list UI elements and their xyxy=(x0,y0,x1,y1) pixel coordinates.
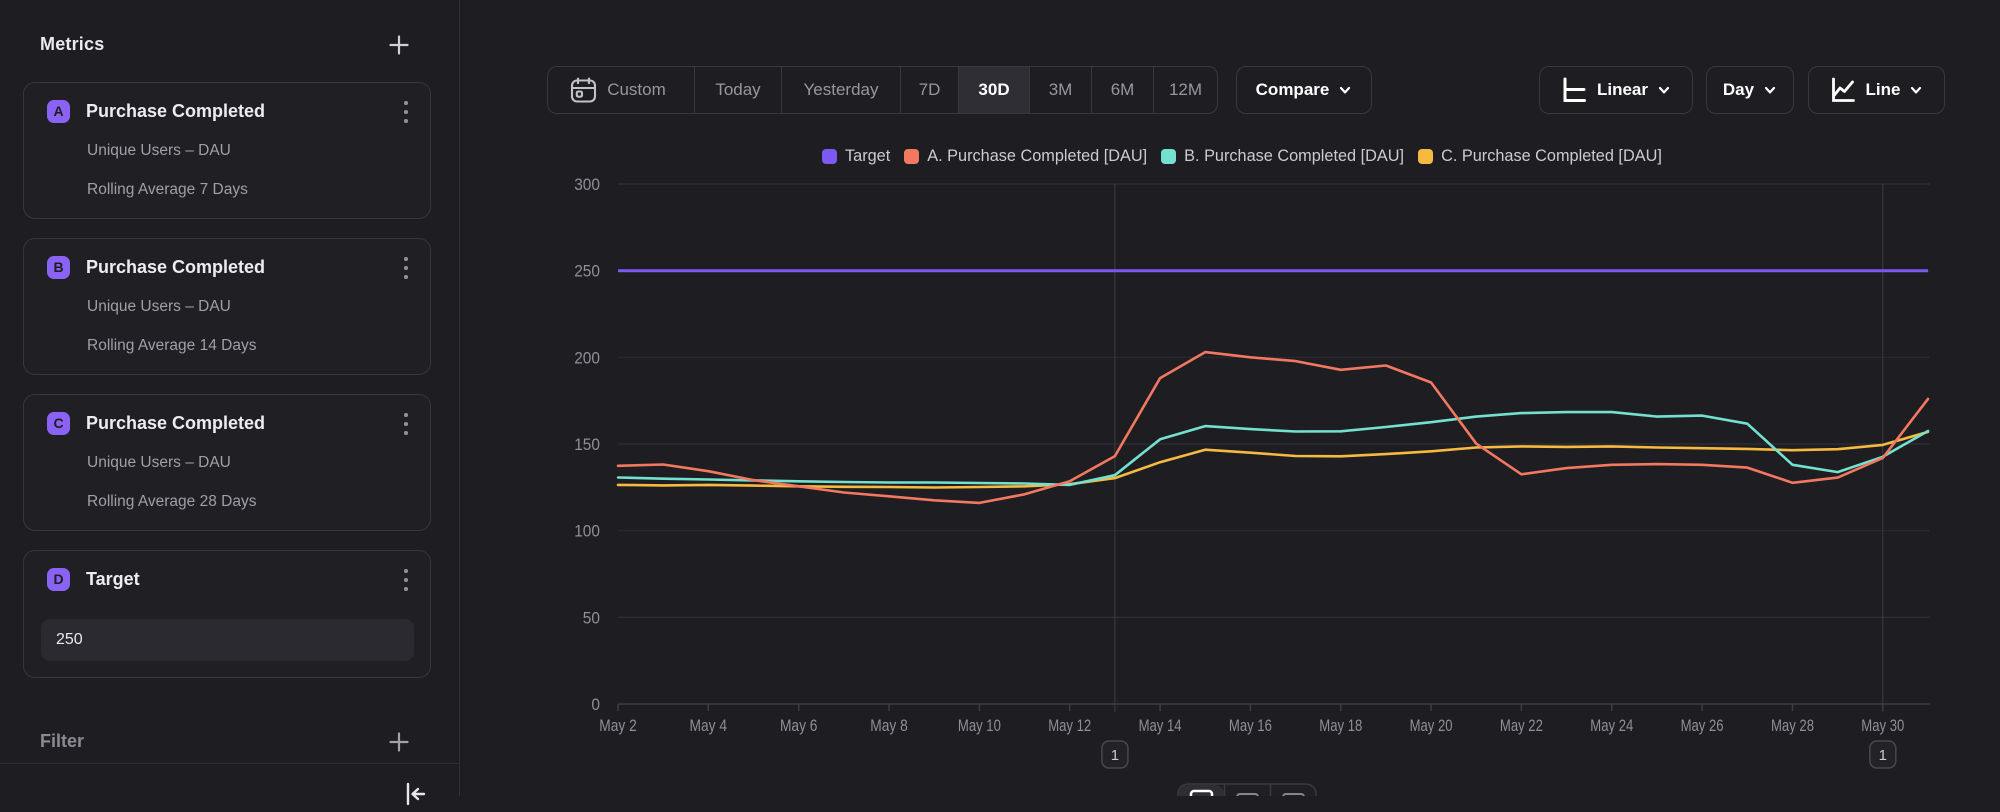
svg-text:May 8: May 8 xyxy=(870,717,908,735)
svg-text:150: 150 xyxy=(574,436,600,454)
svg-text:May 26: May 26 xyxy=(1681,717,1724,735)
svg-text:May 16: May 16 xyxy=(1229,717,1272,735)
svg-text:May 18: May 18 xyxy=(1319,717,1362,735)
svg-text:May 24: May 24 xyxy=(1590,717,1633,735)
svg-text:0: 0 xyxy=(591,696,600,714)
svg-text:1: 1 xyxy=(1879,747,1887,764)
svg-text:May 30: May 30 xyxy=(1861,717,1904,735)
svg-text:50: 50 xyxy=(583,609,600,627)
svg-text:May 14: May 14 xyxy=(1139,717,1182,735)
svg-text:May 22: May 22 xyxy=(1500,717,1543,735)
svg-text:May 6: May 6 xyxy=(780,717,818,735)
svg-text:May 12: May 12 xyxy=(1048,717,1091,735)
svg-text:100: 100 xyxy=(574,523,600,541)
svg-text:May 10: May 10 xyxy=(958,717,1001,735)
svg-text:300: 300 xyxy=(574,176,600,194)
svg-text:250: 250 xyxy=(574,263,600,281)
svg-text:May 2: May 2 xyxy=(599,717,637,735)
svg-text:1: 1 xyxy=(1111,747,1119,764)
svg-text:May 20: May 20 xyxy=(1410,717,1453,735)
svg-text:May 4: May 4 xyxy=(690,717,728,735)
svg-text:200: 200 xyxy=(574,349,600,367)
svg-text:May 28: May 28 xyxy=(1771,717,1814,735)
